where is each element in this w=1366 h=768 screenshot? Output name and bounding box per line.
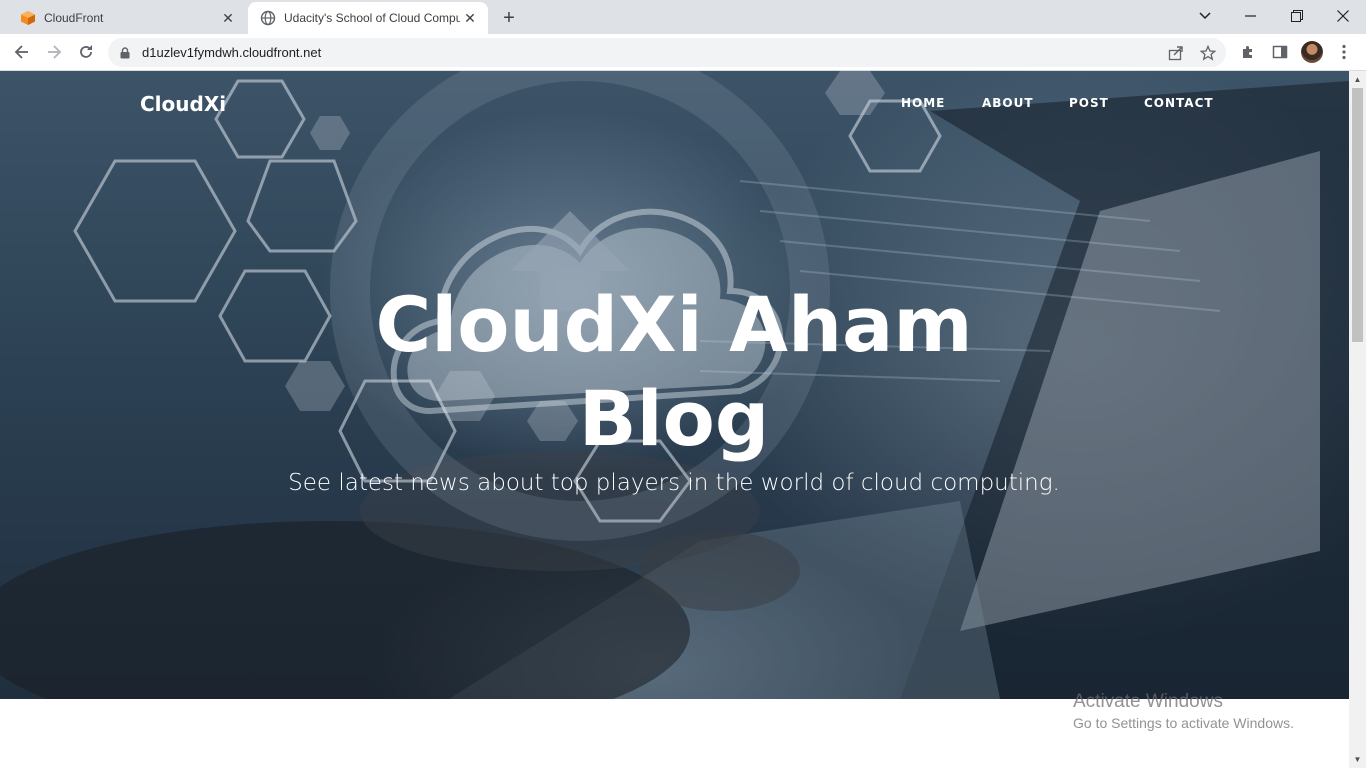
scroll-down-arrow-icon[interactable]: ▼ (1349, 751, 1366, 768)
address-bar[interactable]: d1uzlev1fymdwh.cloudfront.net (108, 38, 1226, 67)
browser-toolbar: d1uzlev1fymdwh.cloudfront.net (0, 34, 1366, 71)
arrow-left-icon (14, 45, 28, 59)
minimize-button[interactable] (1228, 0, 1274, 32)
nav-contact[interactable]: CONTACT (1144, 96, 1214, 110)
hero-subtitle: See latest news about top players in the… (288, 470, 1060, 496)
hero-title-line-1: CloudXi Aham (375, 280, 973, 369)
page-viewport: CloudXi HOME ABOUT POST CONTACT CloudXi … (0, 71, 1349, 768)
hero-title: CloudXi Aham Blog (274, 278, 1074, 466)
tab-udacity[interactable]: Udacity's School of Cloud Compu ✕ (248, 2, 488, 34)
tab-strip: CloudFront ✕ Udacity's School of Cloud C… (0, 0, 1366, 34)
chevron-down-icon (1199, 12, 1211, 20)
restore-button[interactable] (1274, 0, 1320, 32)
tab-cloudfront[interactable]: CloudFront ✕ (8, 2, 246, 34)
activate-windows-subtitle: Go to Settings to activate Windows. (1073, 715, 1294, 731)
site-navbar: CloudXi HOME ABOUT POST CONTACT (0, 71, 1349, 137)
nav-home[interactable]: HOME (901, 96, 945, 110)
close-window-button[interactable] (1320, 0, 1366, 32)
forward-button[interactable] (40, 38, 68, 66)
scroll-up-arrow-icon[interactable]: ▲ (1349, 71, 1366, 88)
reload-icon (80, 45, 92, 58)
site-brand[interactable]: CloudXi (140, 92, 226, 116)
hero-section: CloudXi HOME ABOUT POST CONTACT CloudXi … (0, 71, 1349, 699)
tab-title: CloudFront (44, 11, 104, 25)
activate-windows-title: Activate Windows (1073, 691, 1223, 712)
close-icon[interactable]: ✕ (218, 8, 238, 28)
reload-button[interactable] (72, 38, 100, 66)
tab-title: Udacity's School of Cloud Compu (284, 11, 460, 25)
tab-search-button[interactable] (1182, 0, 1228, 32)
profile-avatar[interactable] (1301, 41, 1323, 63)
extensions-icon[interactable] (1238, 42, 1258, 62)
url-text[interactable]: d1uzlev1fymdwh.cloudfront.net (142, 45, 321, 60)
share-icon[interactable] (1167, 44, 1185, 62)
side-panel-icon[interactable] (1270, 42, 1290, 62)
close-icon[interactable]: ✕ (460, 8, 480, 28)
more-menu-icon[interactable] (1334, 42, 1354, 62)
scrollbar-thumb[interactable] (1352, 88, 1363, 342)
arrow-right-icon (48, 45, 62, 59)
new-tab-button[interactable]: + (498, 7, 520, 29)
back-button[interactable] (8, 38, 36, 66)
globe-icon (260, 10, 276, 26)
aws-cube-icon (20, 10, 36, 26)
nav-post[interactable]: POST (1069, 96, 1109, 110)
lock-icon[interactable] (120, 46, 130, 64)
hero-title-line-2: Blog (578, 374, 770, 463)
bookmark-star-icon[interactable] (1199, 44, 1217, 62)
page-scrollbar[interactable]: ▲ ▼ (1349, 71, 1366, 768)
nav-about[interactable]: ABOUT (982, 96, 1034, 110)
